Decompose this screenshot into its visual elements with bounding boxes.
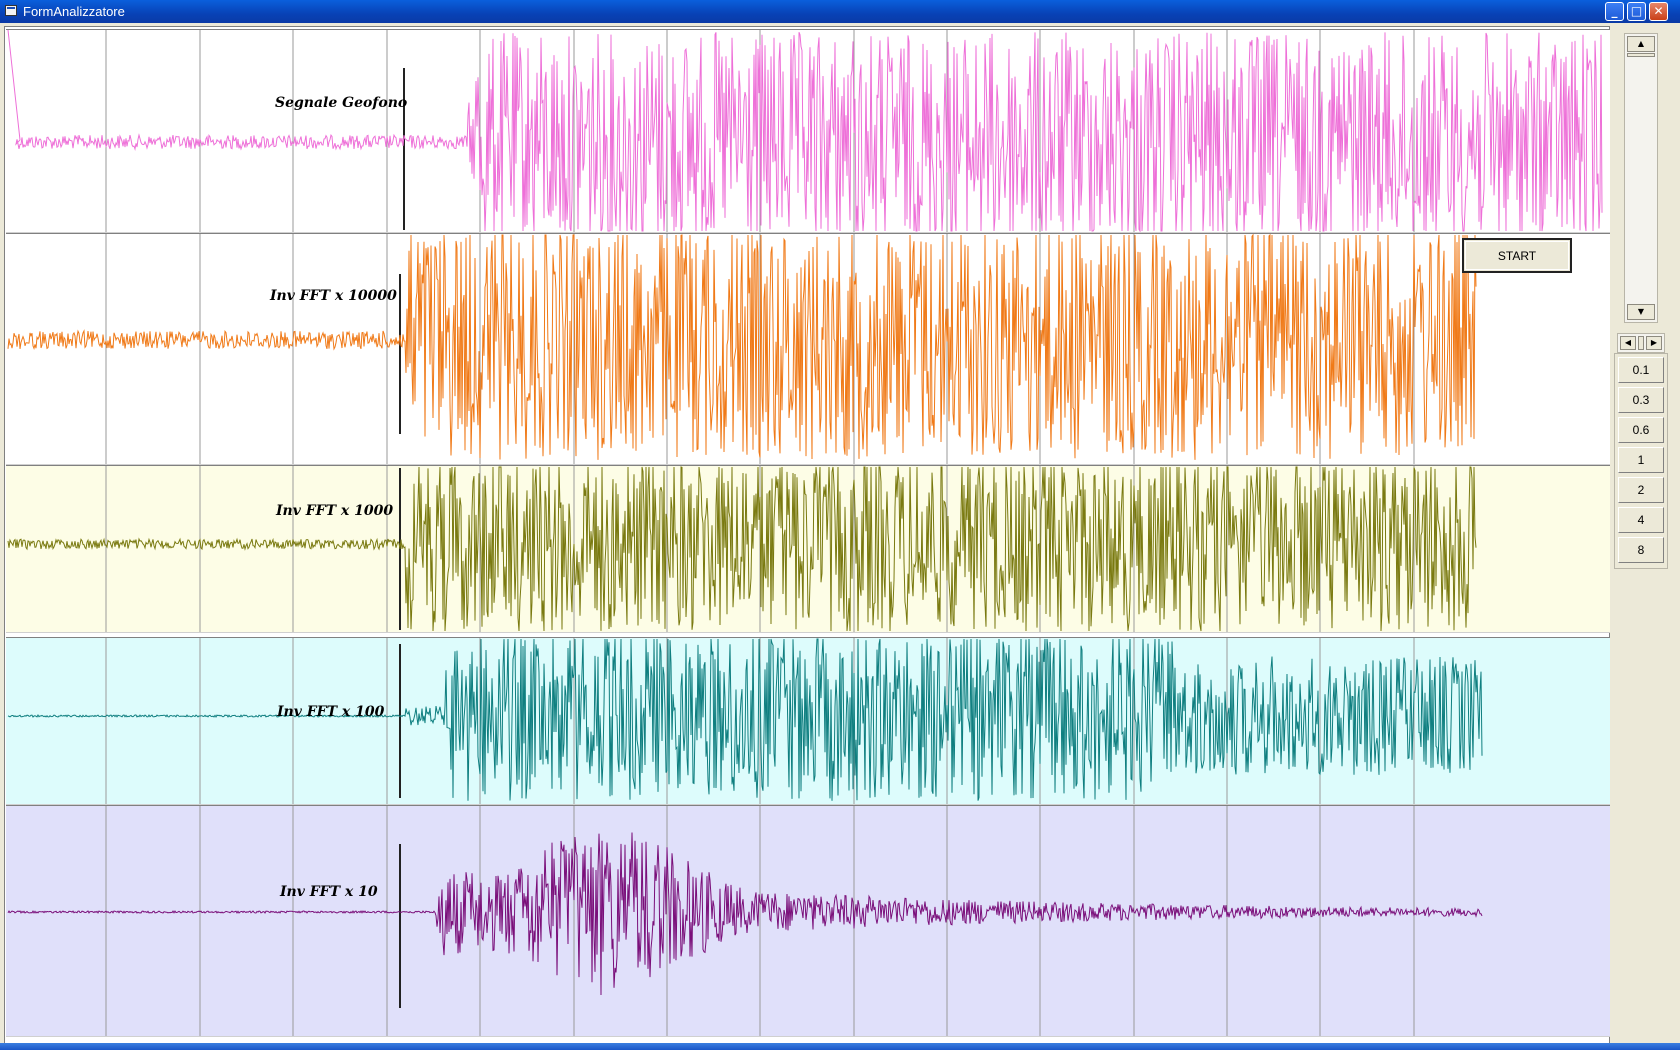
panel-bg [6,806,1610,1036]
status-bar [0,1043,1680,1050]
scale-button-0-3[interactable]: 0.3 [1618,387,1664,413]
scale-button-0-1[interactable]: 0.1 [1618,357,1664,383]
panel-label-fft1000: Inv FFT x 1000 [276,503,394,519]
scale-button-8[interactable]: 8 [1618,537,1664,563]
hscroll-thumb[interactable] [1638,336,1644,350]
panel-inv-fft-100: Inv FFT x 100 [6,637,1610,805]
scale-button-1[interactable]: 1 [1618,447,1664,473]
scale-button-2[interactable]: 2 [1618,477,1664,503]
scroll-up-icon[interactable]: ▲ [1627,36,1655,52]
scroll-thumb[interactable] [1627,53,1655,57]
close-button[interactable]: ✕ [1649,2,1668,21]
panel-label-geofono: Segnale Geofono [275,95,408,111]
horizontal-scrollbar[interactable]: ◀ ▶ [1617,333,1665,353]
fft10-trace [6,806,1610,1036]
start-button[interactable]: START [1462,238,1572,273]
title-bar: FormAnalizzatore _ □ ✕ [0,0,1680,23]
panel-segnale-geofono: Segnale Geofono [6,29,1610,233]
scale-button-group: 0.1 0.3 0.6 1 2 4 8 [1614,353,1668,569]
fft100-trace [6,638,1610,804]
scroll-left-icon[interactable]: ◀ [1620,336,1636,350]
geofono-trace [6,30,1610,232]
scroll-right-icon[interactable]: ▶ [1646,336,1662,350]
panel-inv-fft-10000: Inv FFT x 10000 [6,233,1610,465]
scroll-down-icon[interactable]: ▼ [1627,304,1655,320]
minimize-button[interactable]: _ [1605,2,1624,21]
panel-inv-fft-1000: Inv FFT x 1000 [6,465,1610,633]
scale-button-4[interactable]: 4 [1618,507,1664,533]
panel-label-fft10: Inv FFT x 10 [280,884,378,900]
app-icon [5,5,17,16]
panel-label-fft10000: Inv FFT x 10000 [270,288,397,304]
fft1000-trace [6,466,1610,632]
vertical-scrollbar[interactable]: ▲ ▼ [1624,33,1658,323]
panel-label-fft100: Inv FFT x 100 [277,704,385,720]
window-title: FormAnalizzatore [23,4,125,19]
scale-button-0-6[interactable]: 0.6 [1618,417,1664,443]
maximize-button[interactable]: □ [1627,2,1646,21]
panel-inv-fft-10: Inv FFT x 10 [6,805,1610,1037]
fft10000-trace [6,234,1610,464]
